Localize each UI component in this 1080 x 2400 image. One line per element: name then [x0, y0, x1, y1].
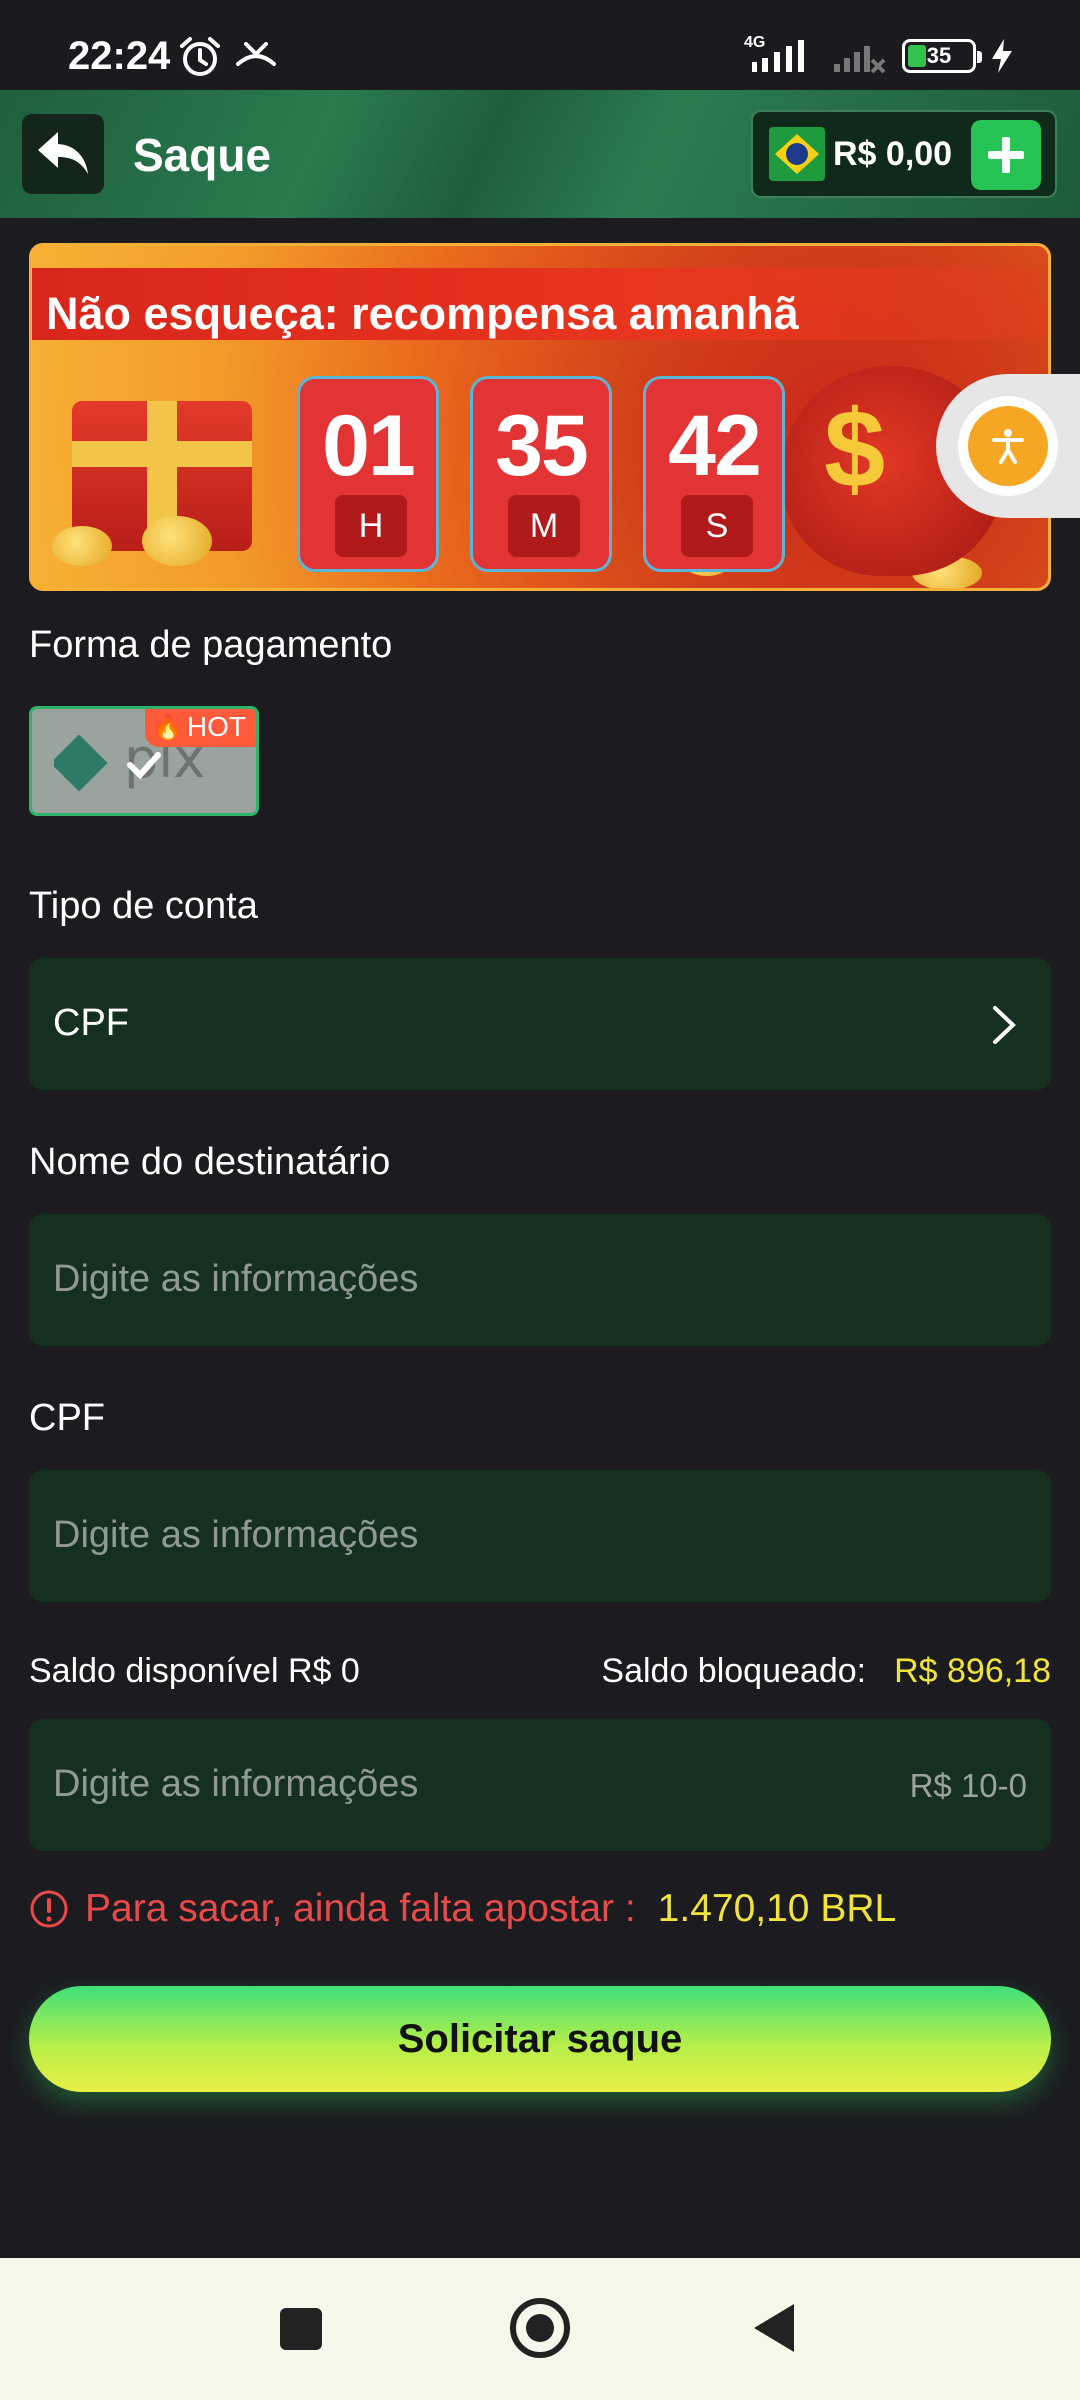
- back-button[interactable]: [22, 114, 104, 194]
- payment-method-label: Forma de pagamento: [29, 624, 393, 666]
- missed-call-icon: [236, 42, 276, 66]
- status-bar: 22:24 4G 35: [0, 0, 1080, 90]
- hot-badge: 🔥 HOT: [145, 709, 256, 747]
- alarm-icon: [180, 37, 220, 76]
- back-arrow-icon: [38, 132, 88, 174]
- account-type-value: CPF: [53, 1002, 129, 1044]
- available-balance: Saldo disponível R$ 0: [29, 1652, 360, 1690]
- recipient-name-label: Nome do destinatário: [29, 1141, 391, 1183]
- back-nav-button[interactable]: [754, 2304, 794, 2352]
- cpf-placeholder: Digite as informações: [53, 1514, 419, 1556]
- blocked-balance: Saldo bloqueado: R$ 896,18: [601, 1652, 1051, 1691]
- signal-weak-icon: [834, 46, 886, 74]
- timer-hours: 01 H: [297, 376, 439, 572]
- reward-banner[interactable]: Não esqueça: recompensa amanhã $ 01 H 35…: [29, 243, 1051, 591]
- brazil-flag-icon: [769, 127, 825, 181]
- wallet-balance[interactable]: R$ 0,00: [751, 110, 1057, 198]
- cpf-label: CPF: [29, 1397, 105, 1439]
- signal-4g-icon: 4G: [744, 34, 818, 76]
- warning-text: Para sacar, ainda falta apostar :: [85, 1887, 636, 1930]
- accessibility-icon: [992, 429, 1024, 464]
- recipient-name-placeholder: Digite as informações: [53, 1258, 419, 1300]
- request-withdrawal-button[interactable]: Solicitar saque: [29, 1986, 1051, 2092]
- charging-icon: [992, 39, 1012, 73]
- recipient-name-input[interactable]: Digite as informações: [29, 1214, 1051, 1346]
- banner-title: Não esqueça: recompensa amanhã: [46, 288, 799, 339]
- pix-option[interactable]: pix 🔥 HOT: [29, 706, 259, 816]
- amount-input[interactable]: Digite as informações R$ 10-0: [29, 1719, 1051, 1851]
- check-icon: [127, 752, 161, 780]
- recents-button[interactable]: [280, 2308, 322, 2350]
- plus-icon: [988, 137, 1024, 173]
- timer-minutes: 35 M: [470, 376, 612, 572]
- battery-icon: 35: [902, 39, 982, 73]
- wager-warning: Para sacar, ainda falta apostar : 1.470,…: [29, 1887, 896, 1931]
- app-header: Saque R$ 0,00: [0, 90, 1080, 218]
- request-withdrawal-label: Solicitar saque: [397, 2016, 683, 2061]
- account-type-label: Tipo de conta: [29, 885, 258, 927]
- amount-placeholder: Digite as informações: [53, 1763, 419, 1805]
- system-nav-bar: [0, 2258, 1080, 2400]
- warning-amount: 1.470,10 BRL: [657, 1887, 897, 1930]
- accessibility-button[interactable]: [936, 374, 1080, 518]
- account-type-select[interactable]: CPF: [29, 958, 1051, 1090]
- timer-seconds: 42 S: [643, 376, 785, 572]
- balance-amount: R$ 0,00: [833, 134, 953, 173]
- page-title: Saque: [133, 129, 272, 181]
- alert-circle-icon: [30, 1890, 68, 1928]
- cpf-input[interactable]: Digite as informações: [29, 1470, 1051, 1602]
- amount-range-hint: R$ 10-0: [909, 1767, 1027, 1804]
- status-time: 22:24: [68, 34, 171, 78]
- blocked-balance-label: Saldo bloqueado:: [601, 1652, 867, 1690]
- chevron-right-icon: [993, 1006, 1016, 1044]
- home-button[interactable]: [510, 2298, 570, 2358]
- flame-icon: 🔥: [153, 713, 183, 741]
- blocked-balance-value: R$ 896,18: [894, 1652, 1051, 1690]
- pix-logo-icon: [54, 735, 108, 792]
- deposit-button[interactable]: [971, 120, 1041, 190]
